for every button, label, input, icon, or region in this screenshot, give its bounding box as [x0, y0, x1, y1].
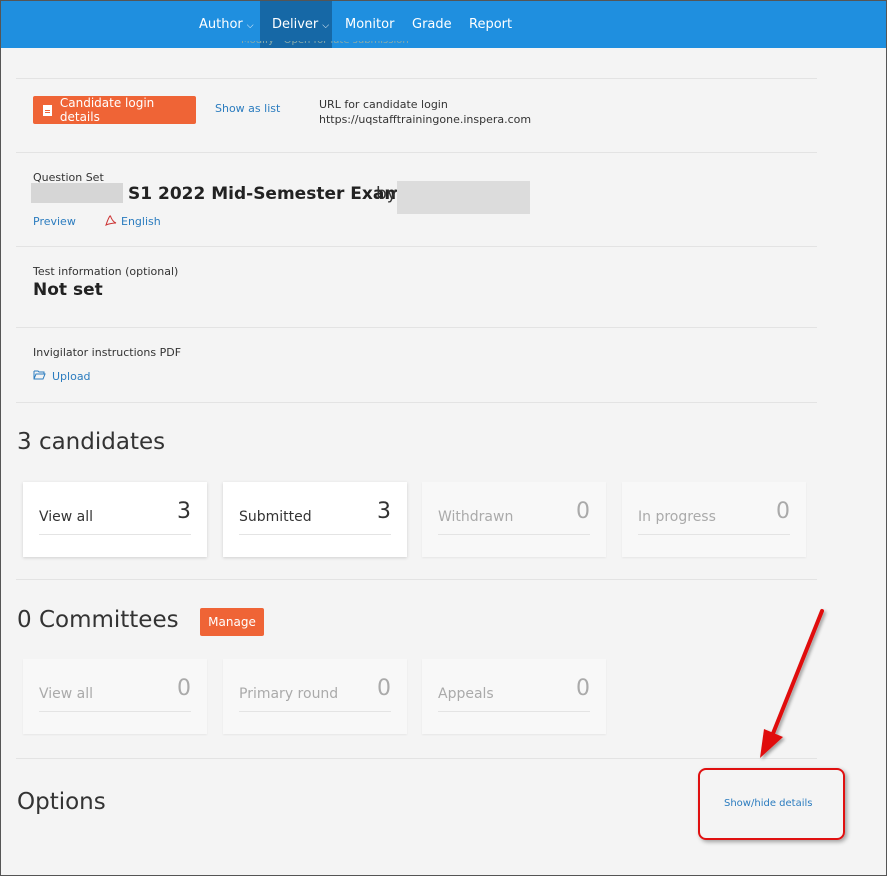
- preview-link[interactable]: Preview: [33, 215, 76, 228]
- card-label: Appeals: [438, 686, 494, 702]
- card-count: 0: [377, 676, 391, 701]
- card-divider: [39, 534, 191, 535]
- nav-monitor-label: Monitor: [345, 17, 395, 32]
- manage-label: Manage: [208, 615, 256, 629]
- nav-grade[interactable]: Grade: [400, 1, 464, 48]
- divider: [16, 78, 817, 79]
- options-title: Options: [17, 789, 106, 815]
- chevron-down-icon: ⌵: [246, 21, 254, 31]
- card-count: 0: [576, 499, 590, 524]
- candidates-submitted-card[interactable]: Submitted 3: [223, 482, 407, 557]
- card-label: In progress: [638, 509, 716, 525]
- card-label: Primary round: [239, 686, 339, 702]
- candidate-login-details-label: Candidate login details: [59, 96, 155, 124]
- test-info-label: Test information (optional): [33, 265, 179, 278]
- divider: [16, 152, 817, 153]
- card-divider: [239, 711, 391, 712]
- nav-author-label: Author: [199, 17, 243, 32]
- candidate-login-details-button[interactable]: Candidate login details: [33, 96, 196, 124]
- card-count: 3: [377, 499, 391, 524]
- folder-open-icon: [33, 369, 46, 383]
- divider: [16, 246, 817, 247]
- card-divider: [438, 534, 590, 535]
- candidates-withdrawn-card: Withdrawn 0: [422, 482, 606, 557]
- english-language-link[interactable]: English: [121, 215, 161, 228]
- committees-primary-round-card: Primary round 0: [223, 659, 407, 734]
- pdf-icon: [104, 213, 117, 230]
- test-info-value: Not set: [33, 280, 103, 300]
- question-set-by: by: [376, 184, 397, 204]
- chevron-down-icon: ⌵: [322, 21, 330, 31]
- redacted-course-code: [31, 183, 123, 203]
- card-label: Submitted: [239, 509, 312, 525]
- nav-report[interactable]: Report: [457, 1, 524, 48]
- candidates-view-all-card[interactable]: View all 3: [23, 482, 207, 557]
- card-count: 0: [776, 499, 790, 524]
- login-url-block: URL for candidate login https://uqstafft…: [319, 97, 531, 127]
- nav-deliver-label: Deliver: [272, 17, 319, 32]
- committees-view-all-card: View all 0: [23, 659, 207, 734]
- card-divider: [39, 711, 191, 712]
- card-count: 0: [576, 676, 590, 701]
- divider: [16, 758, 817, 759]
- card-count: 3: [177, 499, 191, 524]
- card-label: Withdrawn: [438, 509, 514, 525]
- upload-link[interactable]: Upload: [52, 370, 91, 383]
- login-url-label: URL for candidate login: [319, 98, 448, 111]
- cut-off-status-text: Modify · Open for late submission: [241, 41, 409, 48]
- candidates-in-progress-card: In progress 0: [622, 482, 806, 557]
- document-icon: [43, 104, 52, 116]
- redacted-author: [397, 181, 530, 214]
- question-set-title: S1 2022 Mid-Semester Exam: [128, 184, 403, 204]
- committees-title: 0 Committees: [17, 607, 179, 633]
- show-as-list-link[interactable]: Show as list: [215, 102, 280, 115]
- manage-committees-button[interactable]: Manage: [200, 608, 264, 636]
- top-navbar: Author ⌵ Deliver ⌵ Monitor Grade Report: [1, 1, 886, 48]
- divider: [16, 579, 817, 580]
- nav-report-label: Report: [469, 17, 513, 32]
- card-divider: [239, 534, 391, 535]
- nav-grade-label: Grade: [412, 17, 452, 32]
- card-label: View all: [39, 686, 94, 702]
- annotation-highlight-box: [698, 768, 845, 840]
- committees-appeals-card: Appeals 0: [422, 659, 606, 734]
- card-count: 0: [177, 676, 191, 701]
- card-divider: [438, 711, 590, 712]
- card-divider: [638, 534, 790, 535]
- invigilator-pdf-label: Invigilator instructions PDF: [33, 346, 182, 359]
- card-label: View all: [39, 509, 94, 525]
- divider: [16, 327, 817, 328]
- divider: [16, 402, 817, 403]
- candidates-title: 3 candidates: [17, 429, 166, 455]
- login-url-value: https://uqstafftrainingone.inspera.com: [319, 113, 532, 126]
